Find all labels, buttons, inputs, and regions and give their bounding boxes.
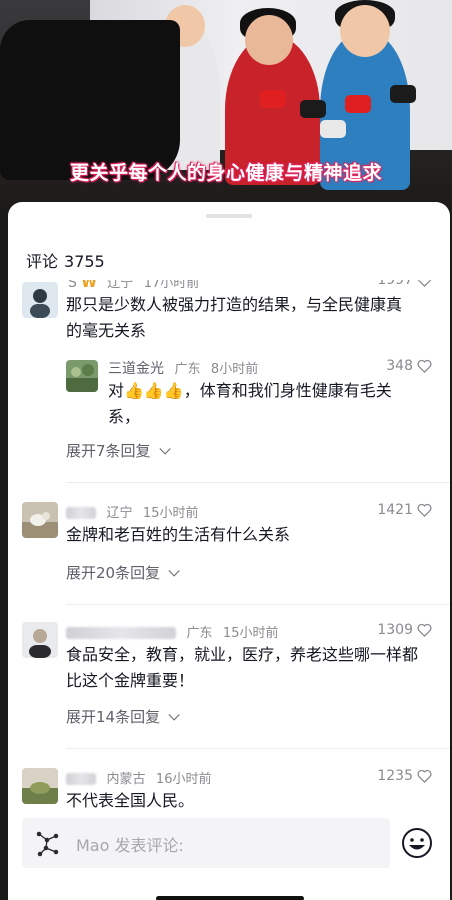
- expand-replies-button[interactable]: 展开7条回复: [66, 440, 171, 461]
- user-avatar-icon: [36, 831, 59, 857]
- like-count: 348: [386, 358, 413, 374]
- video-microphone: [300, 100, 326, 118]
- video-microphone: [390, 85, 416, 103]
- chevron-down-icon: [159, 442, 171, 455]
- comment-text: 那只是少数人被强力打造的结果，与全民健康真的毫无关系: [66, 295, 403, 340]
- like-count: 1997: [377, 280, 413, 288]
- heart-outline-icon: [417, 623, 432, 637]
- divider: [66, 482, 450, 483]
- smiley-emoji-icon[interactable]: [400, 826, 434, 860]
- avatar[interactable]: [22, 502, 58, 538]
- divider: [66, 604, 450, 605]
- heart-outline-icon: [417, 359, 432, 373]
- comment-sheet: 评论 3755 S W 辽宁 17小时前 1997 那只是少数人被强力打造的结果…: [8, 202, 450, 900]
- heart-outline-icon: [417, 280, 432, 287]
- comment-text: 金牌和老百姓的生活有什么关系: [66, 525, 291, 544]
- like-button[interactable]: 1997: [377, 280, 432, 288]
- divider: [66, 748, 450, 749]
- like-count: 1235: [377, 768, 413, 784]
- comment-username[interactable]: S W 辽宁 17小时前: [68, 280, 199, 291]
- video-microphone: [345, 95, 371, 113]
- video-person-head: [340, 5, 390, 57]
- heart-outline-icon: [417, 769, 432, 783]
- comment-username[interactable]: 辽宁 15小时前: [66, 502, 198, 521]
- comment-list[interactable]: S W 辽宁 17小时前 1997 那只是少数人被强力打造的结果，与全民健康真的…: [8, 280, 450, 810]
- comment-text: 食品安全，教育，就业，医疗，养老这些哪一样都比这个金牌重要！: [66, 645, 419, 690]
- blurred-username: [66, 773, 96, 785]
- blurred-username: [66, 627, 176, 639]
- comments-title: 评论: [26, 252, 59, 271]
- video-microphone: [260, 90, 286, 108]
- avatar[interactable]: [22, 622, 58, 658]
- blurred-username: [66, 507, 96, 519]
- video-caption: 更关乎每个人的身心健康与精神追求: [69, 162, 382, 184]
- comment-text: 不代表全国人民。: [66, 791, 195, 810]
- like-count: 1309: [377, 622, 413, 638]
- expand-replies-button[interactable]: 展开20条回复: [66, 562, 180, 583]
- avatar[interactable]: [22, 768, 58, 804]
- avatar[interactable]: [66, 360, 98, 392]
- heart-outline-icon: [417, 503, 432, 517]
- home-indicator: [156, 896, 304, 900]
- video-person-head: [245, 15, 293, 65]
- reply-username[interactable]: 三道金光 广东 8小时前: [108, 358, 258, 378]
- like-button[interactable]: 1421: [377, 502, 432, 518]
- avatar[interactable]: [22, 282, 58, 318]
- comment-input[interactable]: Mao 发表评论:: [22, 818, 390, 868]
- video-microphone: [320, 120, 346, 138]
- expand-replies-button[interactable]: 展开14条回复: [66, 706, 180, 727]
- like-button[interactable]: 348: [386, 358, 432, 374]
- comment-input-placeholder: Mao 发表评论:: [76, 836, 184, 855]
- comment-username[interactable]: 广东 15小时前: [66, 622, 278, 641]
- comments-header: 评论 3755: [26, 248, 105, 272]
- like-count: 1421: [377, 502, 413, 518]
- chevron-down-icon: [168, 564, 180, 577]
- comment-input-bar: Mao 发表评论:: [8, 810, 450, 900]
- comment-username[interactable]: 内蒙古 16小时前: [66, 768, 211, 787]
- chevron-down-icon: [168, 708, 180, 721]
- sheet-grabber[interactable]: [206, 214, 252, 218]
- comments-count: 3755: [64, 252, 105, 271]
- video-camera: [0, 20, 180, 180]
- reply-text: 对👍👍👍，体育和我们身性健康有毛关系，: [108, 381, 392, 426]
- video-player[interactable]: 更关乎每个人的身心健康与精神追求: [0, 0, 452, 210]
- like-button[interactable]: 1309: [377, 622, 432, 638]
- like-button[interactable]: 1235: [377, 768, 432, 784]
